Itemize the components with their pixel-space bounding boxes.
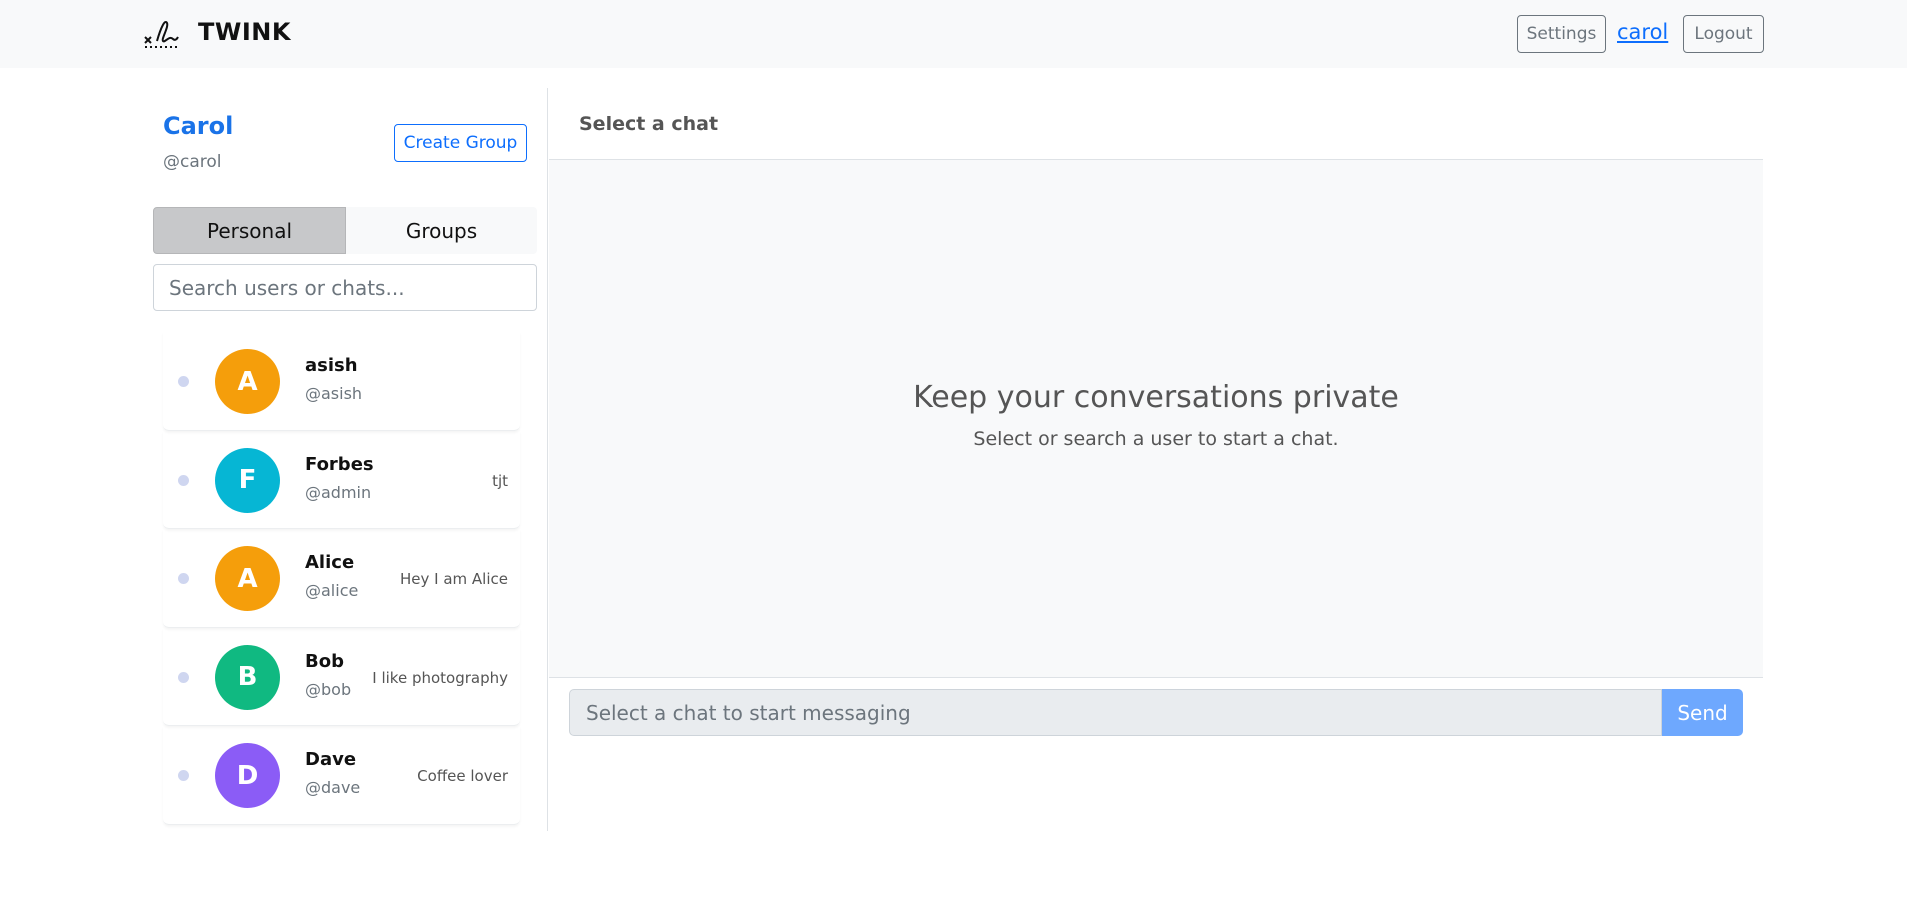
chat-type-tabs: Personal Groups	[153, 207, 537, 254]
message-area: Keep your conversations private Select o…	[549, 160, 1763, 678]
contact-name: Dave	[305, 749, 357, 770]
empty-state-subtitle: Select or search a user to start a chat.	[973, 428, 1339, 450]
contact-list: A asish @asish F Forbes @admin tjt A Ali…	[163, 332, 520, 825]
contact-item-forbes[interactable]: F Forbes @admin tjt	[163, 431, 520, 529]
current-user-name: Carol	[163, 112, 234, 140]
status-dot	[178, 573, 189, 584]
last-message: I like photography	[372, 668, 508, 687]
status-dot	[178, 671, 189, 683]
contact-item-dave[interactable]: D Dave @dave Coffee lover	[163, 726, 520, 825]
tab-personal[interactable]: Personal	[153, 207, 346, 254]
avatar: F	[215, 447, 280, 513]
logout-button[interactable]: Logout	[1683, 15, 1764, 53]
contact-item-asish[interactable]: A asish @asish	[163, 332, 520, 431]
contact-handle: @admin	[305, 482, 372, 502]
empty-state-title: Keep your conversations private	[913, 380, 1399, 415]
contact-name: Bob	[305, 650, 344, 672]
status-dot	[178, 770, 189, 781]
status-dot	[178, 474, 189, 486]
chat-header: Select a chat	[549, 88, 1763, 160]
avatar: D	[215, 743, 280, 808]
contact-handle: @bob	[305, 679, 352, 699]
contact-item-alice[interactable]: A Alice @alice Hey I am Alice	[163, 529, 520, 628]
chat-title: Select a chat	[579, 113, 719, 135]
search-input[interactable]	[153, 264, 537, 311]
create-group-button[interactable]: Create Group	[394, 124, 527, 162]
current-user-handle: @carol	[163, 152, 222, 172]
top-navbar: TWINK Settings carol Logout	[0, 0, 1907, 68]
brand-name[interactable]: TWINK	[198, 18, 291, 46]
contact-item-bob[interactable]: B Bob @bob I like photography	[163, 628, 520, 726]
settings-button[interactable]: Settings	[1517, 15, 1606, 53]
message-composer: Send	[569, 689, 1743, 736]
last-message: Coffee lover	[417, 767, 508, 785]
contact-handle: @dave	[305, 778, 361, 797]
chat-panel: Select a chat Keep your conversations pr…	[549, 88, 1763, 831]
avatar: B	[215, 644, 280, 710]
tab-groups[interactable]: Groups	[346, 207, 537, 254]
send-button[interactable]: Send	[1662, 689, 1743, 736]
contact-name: Alice	[305, 552, 355, 573]
message-input[interactable]	[569, 689, 1662, 736]
avatar: A	[215, 349, 280, 414]
contact-name: Forbes	[305, 453, 374, 475]
last-message: Hey I am Alice	[400, 570, 508, 588]
avatar: A	[215, 546, 280, 611]
last-message: tjt	[492, 471, 508, 490]
status-dot	[178, 376, 189, 387]
sidebar: Carol @carol Create Group Personal Group…	[143, 88, 548, 831]
profile-link[interactable]: carol	[1617, 20, 1668, 44]
contact-handle: @asish	[305, 384, 363, 403]
contact-handle: @alice	[305, 581, 359, 600]
contact-name: asish	[305, 355, 358, 376]
signature-logo-icon	[144, 21, 179, 48]
